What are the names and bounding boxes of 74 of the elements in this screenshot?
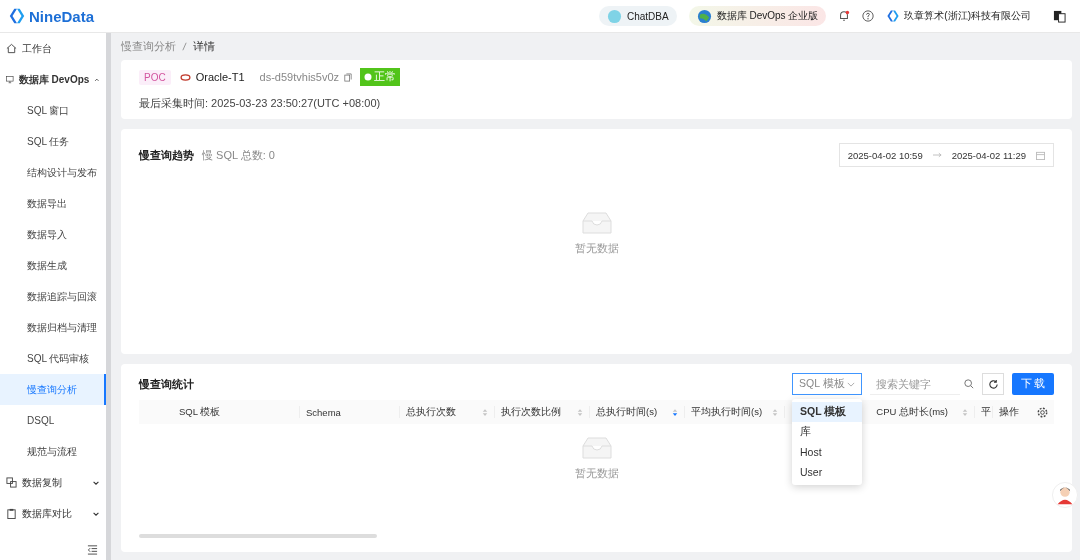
sidebar-item[interactable]: 数据归档与清理: [0, 312, 106, 343]
support-avatar-icon[interactable]: [1052, 482, 1078, 508]
company-logo-icon: [886, 9, 901, 23]
dropdown-option[interactable]: SQL 模板: [792, 402, 862, 422]
copy-icon: [6, 477, 17, 488]
search-icon: [964, 379, 974, 389]
sidebar-group[interactable]: 数据库对比: [0, 498, 106, 529]
download-button[interactable]: 下 载: [1012, 373, 1054, 395]
home-icon: [6, 43, 17, 54]
section-title: 慢查询趋势: [139, 147, 194, 163]
dropdown-option[interactable]: Host: [792, 442, 862, 462]
slow-sql-count: 慢 SQL 总数: 0: [202, 147, 275, 163]
calendar-icon: [1036, 150, 1045, 160]
copy-icon[interactable]: [344, 72, 353, 82]
sidebar-item[interactable]: 数据追踪与回滚: [0, 281, 106, 312]
company-name[interactable]: 玖章算术(浙江)科技有限公司: [904, 9, 1031, 23]
sidebar-item[interactable]: DSQL: [0, 405, 106, 436]
globe-icon: [696, 8, 712, 24]
column-header: 平: [981, 405, 991, 419]
dropdown-option[interactable]: User: [792, 462, 862, 482]
arrow-icon: [932, 152, 942, 158]
language-icon[interactable]: [1053, 9, 1066, 23]
sidebar-group[interactable]: 数据复制: [0, 467, 106, 498]
sidebar-item[interactable]: SQL 任务: [0, 126, 106, 157]
column-header: Schema: [306, 406, 341, 418]
logo-text: NineData: [29, 7, 95, 25]
check-circle-icon: [364, 73, 373, 81]
sort-icon[interactable]: [672, 407, 678, 417]
refresh-button[interactable]: [982, 373, 1004, 395]
oracle-icon: [179, 73, 191, 81]
sidebar-item[interactable]: 数据导出: [0, 188, 106, 219]
sidebar-item[interactable]: 数据生成: [0, 250, 106, 281]
sidebar-item[interactable]: 结构设计与发布: [0, 157, 106, 188]
breadcrumb-current: 详情: [193, 39, 215, 54]
caret-icon: [847, 381, 855, 387]
date-range-field[interactable]: 2025-04-02 10:59 2025-04-02 11:29: [838, 143, 1054, 167]
column-header: 执行次数比例: [501, 405, 561, 419]
dropdown-option[interactable]: 库: [792, 422, 862, 442]
status-badge: 正常: [360, 68, 401, 86]
poc-tag: POC: [139, 69, 171, 85]
empty-text: 暂无数据: [574, 241, 619, 256]
chatdba-button[interactable]: ChatDBA: [598, 6, 677, 26]
empty-text: 暂无数据: [574, 466, 619, 481]
empty-box-icon: [580, 436, 613, 460]
collapse-menu-icon[interactable]: [87, 543, 98, 555]
monitor-icon: [6, 74, 14, 85]
bell-icon[interactable]: [838, 10, 851, 22]
sidebar-item[interactable]: SQL 窗口: [0, 95, 106, 126]
collected-time: 最后采集时间: 2025-03-23 23:50:27(UTC +08:00): [139, 96, 382, 111]
instance-name: Oracle-T1: [195, 71, 245, 83]
refresh-icon: [987, 378, 999, 390]
breadcrumb-separator-icon: [182, 42, 187, 51]
settings-icon[interactable]: [1037, 406, 1048, 418]
column-header: 操作: [999, 405, 1019, 419]
column-header: SQL 模板: [179, 405, 221, 419]
sidebar-item[interactable]: 慢查询分析: [0, 374, 106, 405]
sidebar-group[interactable]: 工作台: [0, 33, 106, 64]
column-header: 平均执行时间(s): [691, 405, 763, 419]
filter-select[interactable]: SQL 模板: [792, 373, 862, 395]
logo-icon: [8, 7, 26, 25]
sidebar-item[interactable]: SQL 代码审核: [0, 343, 106, 374]
sidebar-item[interactable]: 数据导入: [0, 219, 106, 250]
empty-box-icon: [580, 211, 613, 235]
sidebar-group[interactable]: 数据库 DevOps: [0, 64, 106, 95]
section-title: 慢查询统计: [139, 376, 194, 392]
edition-button[interactable]: 数据库 DevOps 企业版: [688, 6, 827, 26]
instance-id: ds-d59tvhis5v0z: [259, 71, 340, 83]
scrollbar[interactable]: [139, 534, 377, 538]
sidebar-item[interactable]: 规范与流程: [0, 436, 106, 467]
help-icon[interactable]: [862, 10, 875, 22]
column-header: 总执行次数: [406, 405, 456, 419]
clipboard-icon: [6, 508, 17, 519]
column-header: 总执行时间(s): [596, 405, 658, 419]
column-header: CPU 总时长(ms): [876, 405, 948, 419]
